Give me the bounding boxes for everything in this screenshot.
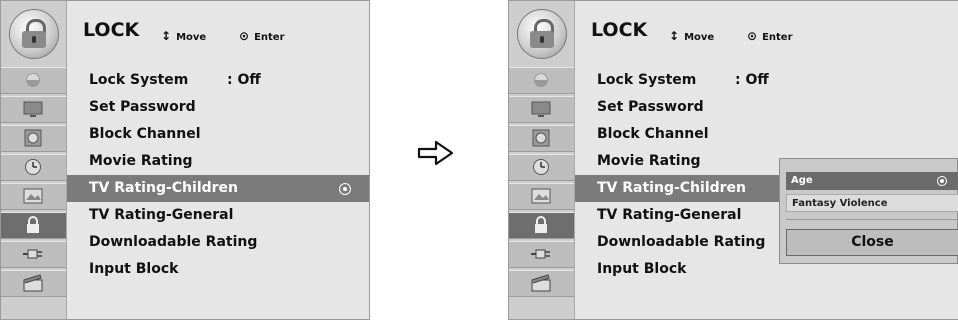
selected-radio-icon	[339, 183, 351, 195]
sidebar-item-audio[interactable]	[1, 125, 66, 152]
menu-item-tv-rating-general[interactable]: TV Rating-General	[67, 202, 369, 229]
sidebar-item-time[interactable]	[509, 154, 574, 181]
satellite-icon	[22, 71, 44, 89]
sidebar-item-channel[interactable]	[1, 67, 66, 94]
move-hint: ↕ Move	[669, 29, 715, 43]
menu-item-block-channel[interactable]: Block Channel	[67, 121, 369, 148]
sidebar-item-lock[interactable]	[1, 212, 66, 239]
cable-icon	[22, 245, 44, 263]
menu-item-tv-rating-children[interactable]: TV Rating-Children	[575, 175, 802, 202]
enter-button-icon: ⊙	[747, 29, 758, 43]
lock-menu-panel-before: LOCK ↕ Move ⊙ Enter Lock System: Off Set P…	[0, 0, 370, 320]
lock-icon	[22, 216, 44, 234]
menu-item-tv-rating-children[interactable]: TV Rating-Children	[67, 175, 369, 202]
sidebar-item-media[interactable]	[509, 270, 574, 297]
submenu-option-fantasy-violence[interactable]: Fantasy Violence	[786, 194, 958, 212]
monitor-icon	[530, 100, 552, 118]
submenu-option-age[interactable]: Age	[786, 172, 958, 190]
clock-icon	[530, 158, 552, 176]
sidebar-item-media[interactable]	[1, 270, 66, 297]
move-hint: ↕ Move	[161, 29, 207, 43]
sidebar-item-audio[interactable]	[509, 125, 574, 152]
sidebar-item-option[interactable]	[1, 183, 66, 210]
lock-icon	[530, 216, 552, 234]
speaker-icon	[530, 129, 552, 147]
sidebar-item-time[interactable]	[1, 154, 66, 181]
sidebar-item-input[interactable]	[509, 241, 574, 268]
sidebar-item-picture[interactable]	[1, 96, 66, 123]
picture-icon	[22, 187, 44, 205]
sidebar-item-input[interactable]	[1, 241, 66, 268]
move-arrows-icon: ↕	[669, 29, 680, 43]
picture-icon	[530, 187, 552, 205]
clock-icon	[22, 158, 44, 176]
lock-system-value: : Off	[227, 72, 261, 88]
menu-item-block-channel[interactable]: Block Channel	[575, 121, 877, 148]
close-button[interactable]: Close	[786, 229, 958, 256]
rating-submenu-popup: Age Fantasy Violence Close	[779, 158, 958, 264]
enter-hint: ⊙ Enter	[239, 29, 285, 43]
menu-title: LOCK	[83, 19, 140, 41]
menu-item-lock-system[interactable]: Lock System: Off	[575, 67, 877, 94]
menu-item-downloadable-rating[interactable]: Downloadable Rating	[67, 229, 369, 256]
lock-menu-list: Lock System: Off Set Password Block Chan…	[67, 67, 369, 283]
clapper-icon	[22, 274, 44, 292]
sidebar-item-option[interactable]	[509, 183, 574, 210]
arrow-right-icon	[416, 138, 456, 168]
menu-item-input-block[interactable]: Input Block	[67, 256, 369, 283]
category-sidebar	[509, 1, 575, 319]
speaker-icon	[22, 129, 44, 147]
move-arrows-icon: ↕	[161, 29, 172, 43]
menu-item-set-password[interactable]: Set Password	[67, 94, 369, 121]
enter-hint: ⊙ Enter	[747, 29, 793, 43]
clapper-icon	[530, 274, 552, 292]
enter-button-icon: ⊙	[239, 29, 250, 43]
satellite-icon	[530, 71, 552, 89]
category-sidebar	[1, 1, 67, 319]
sidebar-item-lock[interactable]	[509, 212, 574, 239]
cable-icon	[530, 245, 552, 263]
lock-category-icon	[9, 9, 59, 59]
sidebar-item-picture[interactable]	[509, 96, 574, 123]
lock-system-value: : Off	[735, 72, 769, 88]
menu-item-movie-rating[interactable]: Movie Rating	[67, 148, 369, 175]
menu-item-set-password[interactable]: Set Password	[575, 94, 877, 121]
menu-title: LOCK	[591, 19, 648, 41]
divider	[786, 219, 958, 220]
lock-category-icon	[517, 9, 567, 59]
monitor-icon	[22, 100, 44, 118]
menu-item-lock-system[interactable]: Lock System: Off	[67, 67, 369, 94]
sidebar-item-channel[interactable]	[509, 67, 574, 94]
selected-radio-icon	[937, 176, 947, 186]
